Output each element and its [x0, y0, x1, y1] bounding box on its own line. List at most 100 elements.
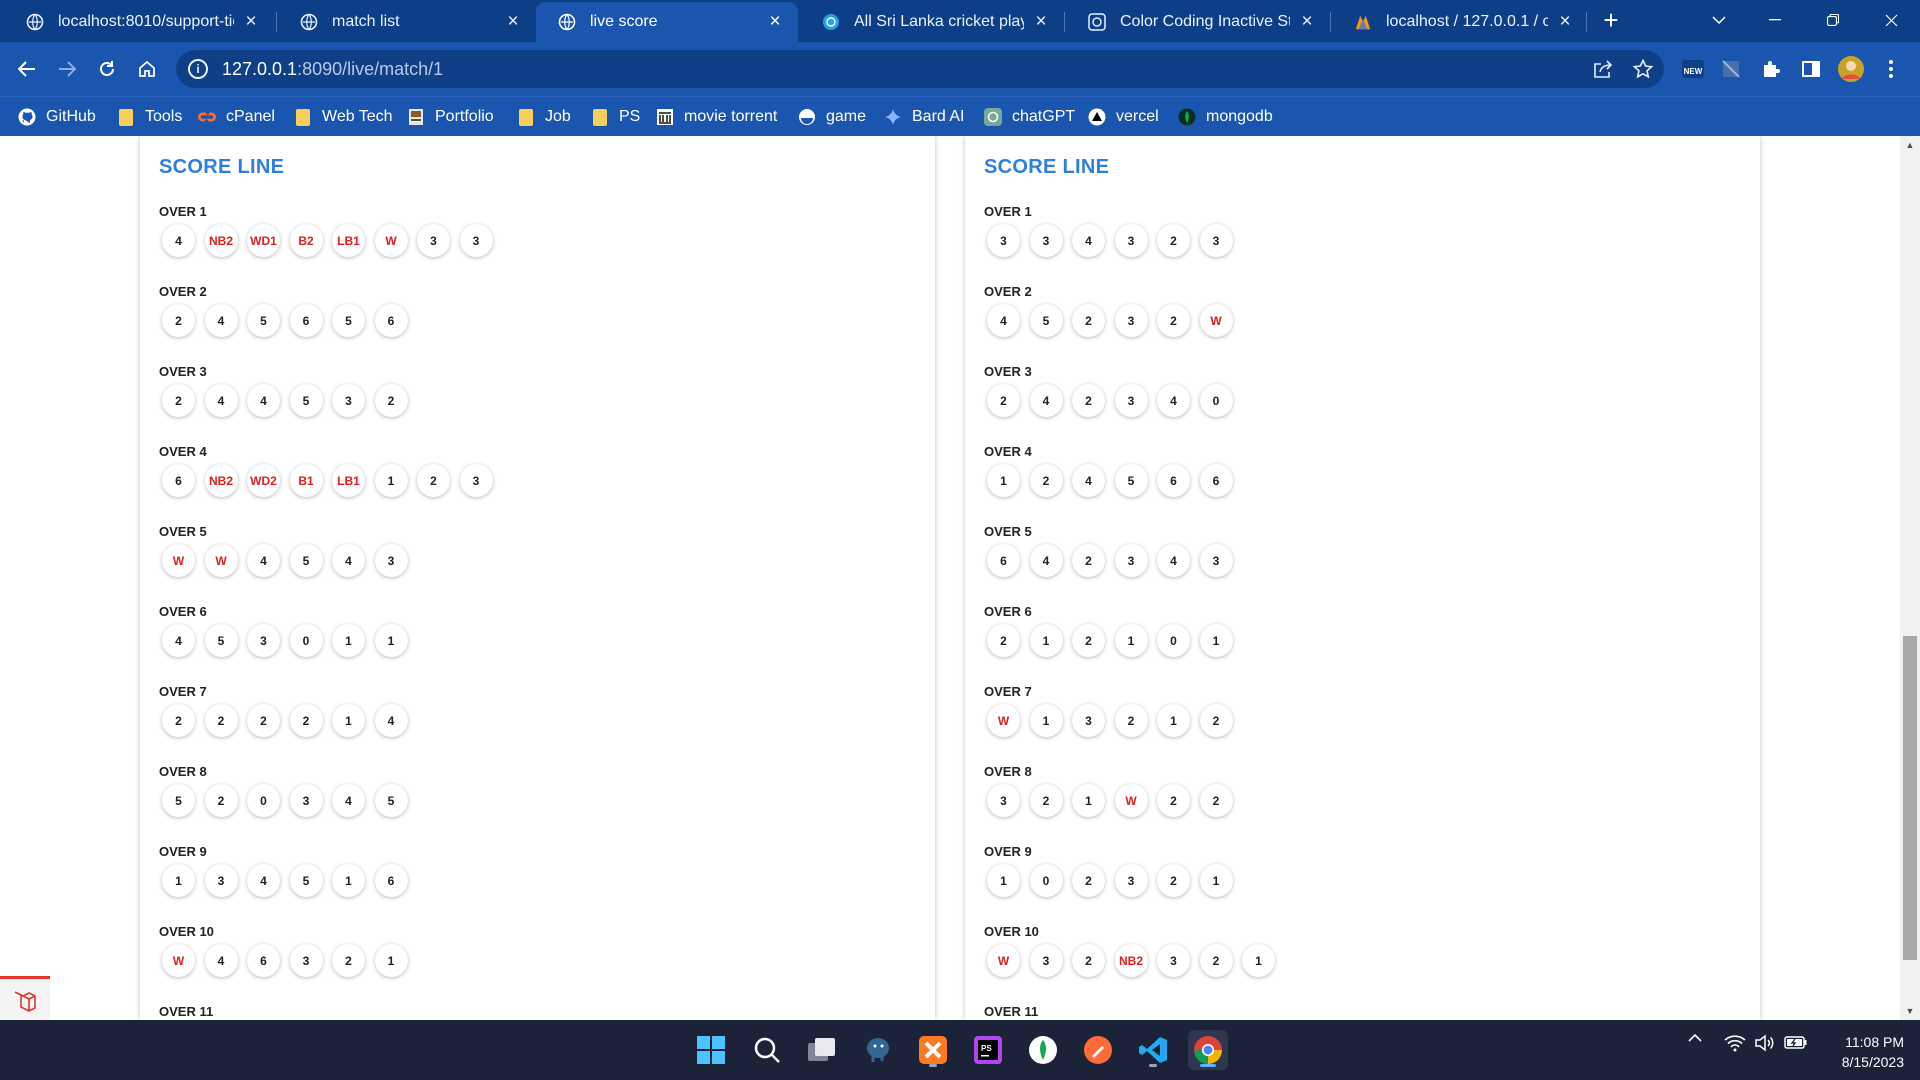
postman-icon[interactable]: [1078, 1030, 1118, 1070]
bookmark-game[interactable]: game: [798, 105, 866, 129]
tab-chatgpt-conversation[interactable]: Color Coding Inactive Statu ×: [1066, 2, 1330, 42]
ball-result-badge: WD1: [247, 224, 280, 257]
tab-close-icon[interactable]: ×: [1298, 11, 1316, 33]
xampp-icon[interactable]: [913, 1030, 953, 1070]
tab-support-ticket[interactable]: localhost:8010/support-tick ×: [4, 2, 274, 42]
minimize-icon[interactable]: [1752, 0, 1798, 40]
ball-result-badge: 5: [1114, 464, 1148, 497]
ball-result-badge: 6: [987, 544, 1020, 577]
task-view-icon[interactable]: [802, 1030, 842, 1070]
tab-close-icon[interactable]: ×: [242, 11, 260, 33]
ball-result-badge: 1: [374, 624, 408, 657]
browser-tab-strip: localhost:8010/support-tick × match list…: [0, 0, 1920, 42]
extension-grid-icon[interactable]: [1716, 54, 1746, 84]
system-clock[interactable]: 11:08 PM 8/15/2023: [1824, 1032, 1904, 1072]
show-hidden-icons-chevron-icon[interactable]: [1684, 1034, 1706, 1042]
page-scrollbar[interactable]: ▲ ▼: [1900, 136, 1920, 1020]
battery-charging-icon[interactable]: [1782, 1034, 1810, 1050]
ball-result-badge: 2: [1199, 784, 1233, 817]
tab-phpmyadmin[interactable]: localhost / 127.0.0.1 / cricke ×: [1332, 2, 1588, 42]
vscode-icon[interactable]: [1133, 1030, 1173, 1070]
ball-result-badge: 6: [1157, 464, 1190, 497]
ball-result-badge: 4: [204, 384, 238, 417]
postgresql-icon[interactable]: [858, 1030, 898, 1070]
ball-result-badge: 4: [1072, 224, 1105, 257]
side-panel-icon[interactable]: [1796, 54, 1826, 84]
share-icon[interactable]: [1592, 58, 1614, 80]
tab-close-icon[interactable]: ×: [504, 11, 522, 33]
back-arrow-icon[interactable]: [10, 52, 44, 86]
wifi-icon[interactable]: [1722, 1034, 1748, 1052]
ball-result-badge: 5: [162, 784, 195, 817]
phpstorm-icon[interactable]: PS: [968, 1030, 1008, 1070]
profile-avatar[interactable]: [1836, 54, 1866, 84]
over-label: OVER 4: [159, 444, 207, 459]
browser-menu-icon[interactable]: [1876, 54, 1906, 84]
bookmark-movie-torrent[interactable]: movie torrent: [656, 105, 777, 129]
over-balls-row: 520345: [162, 784, 417, 817]
ball-result-badge: 6: [289, 304, 323, 337]
bookmark-portfolio[interactable]: Portfolio: [407, 105, 494, 129]
tab-separator: [1586, 12, 1587, 32]
over-label: OVER 7: [159, 684, 207, 699]
bookmark-job[interactable]: Job: [517, 105, 571, 129]
tab-live-score[interactable]: live score ×: [536, 2, 798, 42]
ball-result-badge: 1: [1199, 864, 1233, 897]
ball-result-badge: 4: [1157, 384, 1190, 417]
bookmark-ps[interactable]: PS: [591, 105, 640, 129]
chatgpt-icon: [984, 108, 1002, 126]
bookmark-tools[interactable]: Tools: [117, 105, 182, 129]
start-menu-icon[interactable]: [691, 1030, 731, 1070]
ball-result-badge: 3: [374, 544, 408, 577]
chrome-icon[interactable]: [1188, 1030, 1228, 1070]
ball-result-badge: 3: [1199, 224, 1233, 257]
ball-result-badge: W: [1114, 784, 1148, 817]
bookmark-label: movie torrent: [684, 108, 778, 125]
tab-close-icon[interactable]: ×: [1556, 11, 1574, 33]
extensions-puzzle-icon[interactable]: [1756, 54, 1786, 84]
bookmark-cpanel[interactable]: cPanel: [198, 105, 275, 129]
ball-result-badge: B1: [289, 464, 323, 497]
bookmark-star-icon[interactable]: [1632, 58, 1654, 80]
bookmark-web-tech[interactable]: Web Tech: [294, 105, 393, 129]
ball-result-badge: 1: [1072, 784, 1105, 817]
volume-icon[interactable]: [1752, 1034, 1778, 1052]
bookmark-label: Tools: [145, 108, 183, 125]
scroll-down-arrow-icon[interactable]: ▼: [1900, 1002, 1920, 1020]
tab-close-icon[interactable]: ×: [766, 11, 784, 33]
ball-result-badge: 3: [459, 224, 493, 257]
ball-result-badge: 3: [332, 384, 365, 417]
new-tab-button[interactable]: +: [1588, 0, 1634, 40]
ball-result-badge: 3: [1029, 224, 1063, 257]
tab-search-chevron-icon[interactable]: [1696, 0, 1742, 40]
bookmark-vercel[interactable]: vercel: [1088, 105, 1159, 129]
ball-result-badge: NB2: [204, 464, 238, 497]
ball-result-badge: 5: [247, 304, 280, 337]
home-icon[interactable]: [130, 52, 164, 86]
bookmark-chatgpt[interactable]: chatGPT: [984, 105, 1075, 129]
ball-result-badge: W: [204, 544, 238, 577]
reload-icon[interactable]: [90, 52, 124, 86]
site-info-icon[interactable]: i: [188, 59, 208, 79]
tab-close-icon[interactable]: ×: [1032, 11, 1050, 33]
over-label: OVER 1: [984, 204, 1032, 219]
ball-result-badge: 2: [1072, 384, 1105, 417]
bookmark-mongodb[interactable]: mongodb: [1178, 105, 1273, 129]
bookmark-github[interactable]: GitHub: [18, 105, 96, 129]
ball-result-badge: 2: [987, 624, 1020, 657]
forward-arrow-icon[interactable]: [50, 52, 84, 86]
address-bar[interactable]: i 127.0.0.1:8090/live/match/1: [176, 50, 1664, 88]
scroll-up-arrow-icon[interactable]: ▲: [1900, 136, 1920, 154]
scrollbar-thumb[interactable]: [1903, 636, 1917, 960]
extension-new-icon[interactable]: NEW: [1678, 54, 1708, 84]
tab-match-list[interactable]: match list ×: [278, 2, 536, 42]
tab-sri-lanka-players[interactable]: All Sri Lanka cricket players, ×: [800, 2, 1064, 42]
window-close-icon[interactable]: [1868, 0, 1914, 40]
search-icon[interactable]: [747, 1030, 787, 1070]
ball-result-badge: 4: [162, 224, 195, 257]
bookmark-bard-ai[interactable]: Bard AI: [884, 105, 964, 129]
laravel-debugbar-icon[interactable]: [0, 976, 50, 1020]
mongodb-compass-icon[interactable]: [1023, 1030, 1063, 1070]
restore-icon[interactable]: [1810, 0, 1856, 40]
ball-result-badge: 2: [332, 944, 365, 977]
